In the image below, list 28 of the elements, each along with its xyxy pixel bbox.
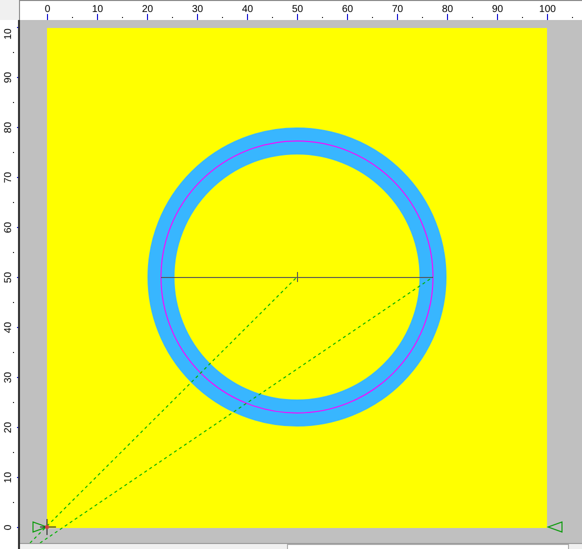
ring-shape[interactable] — [148, 128, 446, 426]
ruler-label: 70 — [392, 4, 404, 15]
ruler-label: 100 — [539, 4, 556, 15]
origin-marker-icon — [32, 518, 56, 536]
triangle-marker-icon — [546, 521, 562, 533]
ruler-label: 30 — [3, 372, 14, 384]
ruler-label: 10 — [3, 472, 14, 484]
horizontal-scrollbar[interactable] — [20, 543, 582, 549]
circle-outline[interactable] — [160, 140, 434, 414]
ruler-label: 0 — [44, 4, 50, 15]
ruler-label: 90 — [492, 4, 504, 15]
ruler-label: 70 — [3, 172, 14, 184]
ruler-label: 60 — [342, 4, 354, 15]
ruler-label: 80 — [442, 4, 454, 15]
ruler-label: 40 — [242, 4, 254, 15]
ruler-label: 0 — [3, 524, 14, 530]
ruler-label: 20 — [142, 4, 154, 15]
ruler-label: 10 — [3, 28, 14, 40]
ruler-label: 50 — [292, 4, 304, 15]
ruler-label: 30 — [192, 4, 204, 15]
ruler-label: 90 — [3, 72, 14, 84]
ruler-label: 20 — [3, 422, 14, 434]
ruler-label: 50 — [3, 272, 14, 284]
ruler-label: 10 — [92, 4, 104, 15]
scrollbar-thumb[interactable] — [287, 544, 569, 549]
ruler-label: 60 — [3, 222, 14, 234]
ruler-label: 80 — [3, 122, 14, 134]
ruler-label: 40 — [3, 322, 14, 334]
